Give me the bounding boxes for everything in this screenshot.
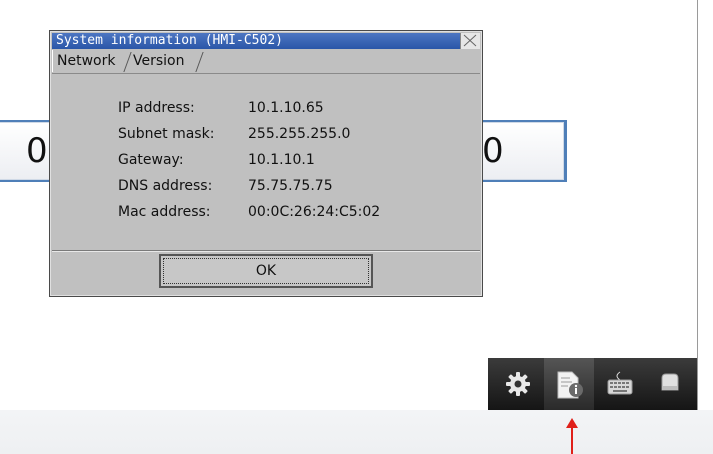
info-value: 75.75.75.75 [248,178,333,194]
tab-network[interactable]: Network [52,50,128,72]
info-label: IP address: [118,100,195,116]
system-info-icon [557,371,583,399]
close-icon [463,34,477,47]
taskbar-keyboard-button[interactable] [594,358,644,410]
info-value: 255.255.255.0 [248,126,351,142]
info-value: 10.1.10.1 [248,152,315,168]
hmi-screen: 0 0 System information (HMI-C502) Networ… [0,0,698,410]
background-area [0,410,713,454]
network-info-panel: IP address: 10.1.10.65 Subnet mask: 255.… [52,73,480,251]
dialog-titlebar[interactable]: System information (HMI-C502) [52,33,480,49]
taskbar [488,358,697,410]
info-label: Gateway: [118,152,184,168]
storage-icon [661,373,679,391]
info-value: 10.1.10.65 [248,100,324,116]
tab-version[interactable]: Version [129,50,199,72]
red-arrow-annotation [566,418,578,454]
taskbar-settings-button[interactable] [492,358,542,410]
ok-button[interactable]: OK [159,254,373,288]
taskbar-storage-button[interactable] [644,358,694,410]
info-label: Mac address: [118,204,211,220]
close-button[interactable] [460,33,480,49]
dialog-title: System information (HMI-C502) [56,33,283,48]
info-value: 00:0C:26:24:C5:02 [248,204,381,220]
info-label: DNS address: [118,178,213,194]
taskbar-system-info-button[interactable] [544,358,594,410]
info-label: Subnet mask: [118,126,215,142]
gear-icon [506,372,530,396]
dialog-button-bar: OK [52,250,480,295]
system-info-dialog: System information (HMI-C502) Network Ve… [49,30,483,297]
keyboard-icon [607,371,633,395]
